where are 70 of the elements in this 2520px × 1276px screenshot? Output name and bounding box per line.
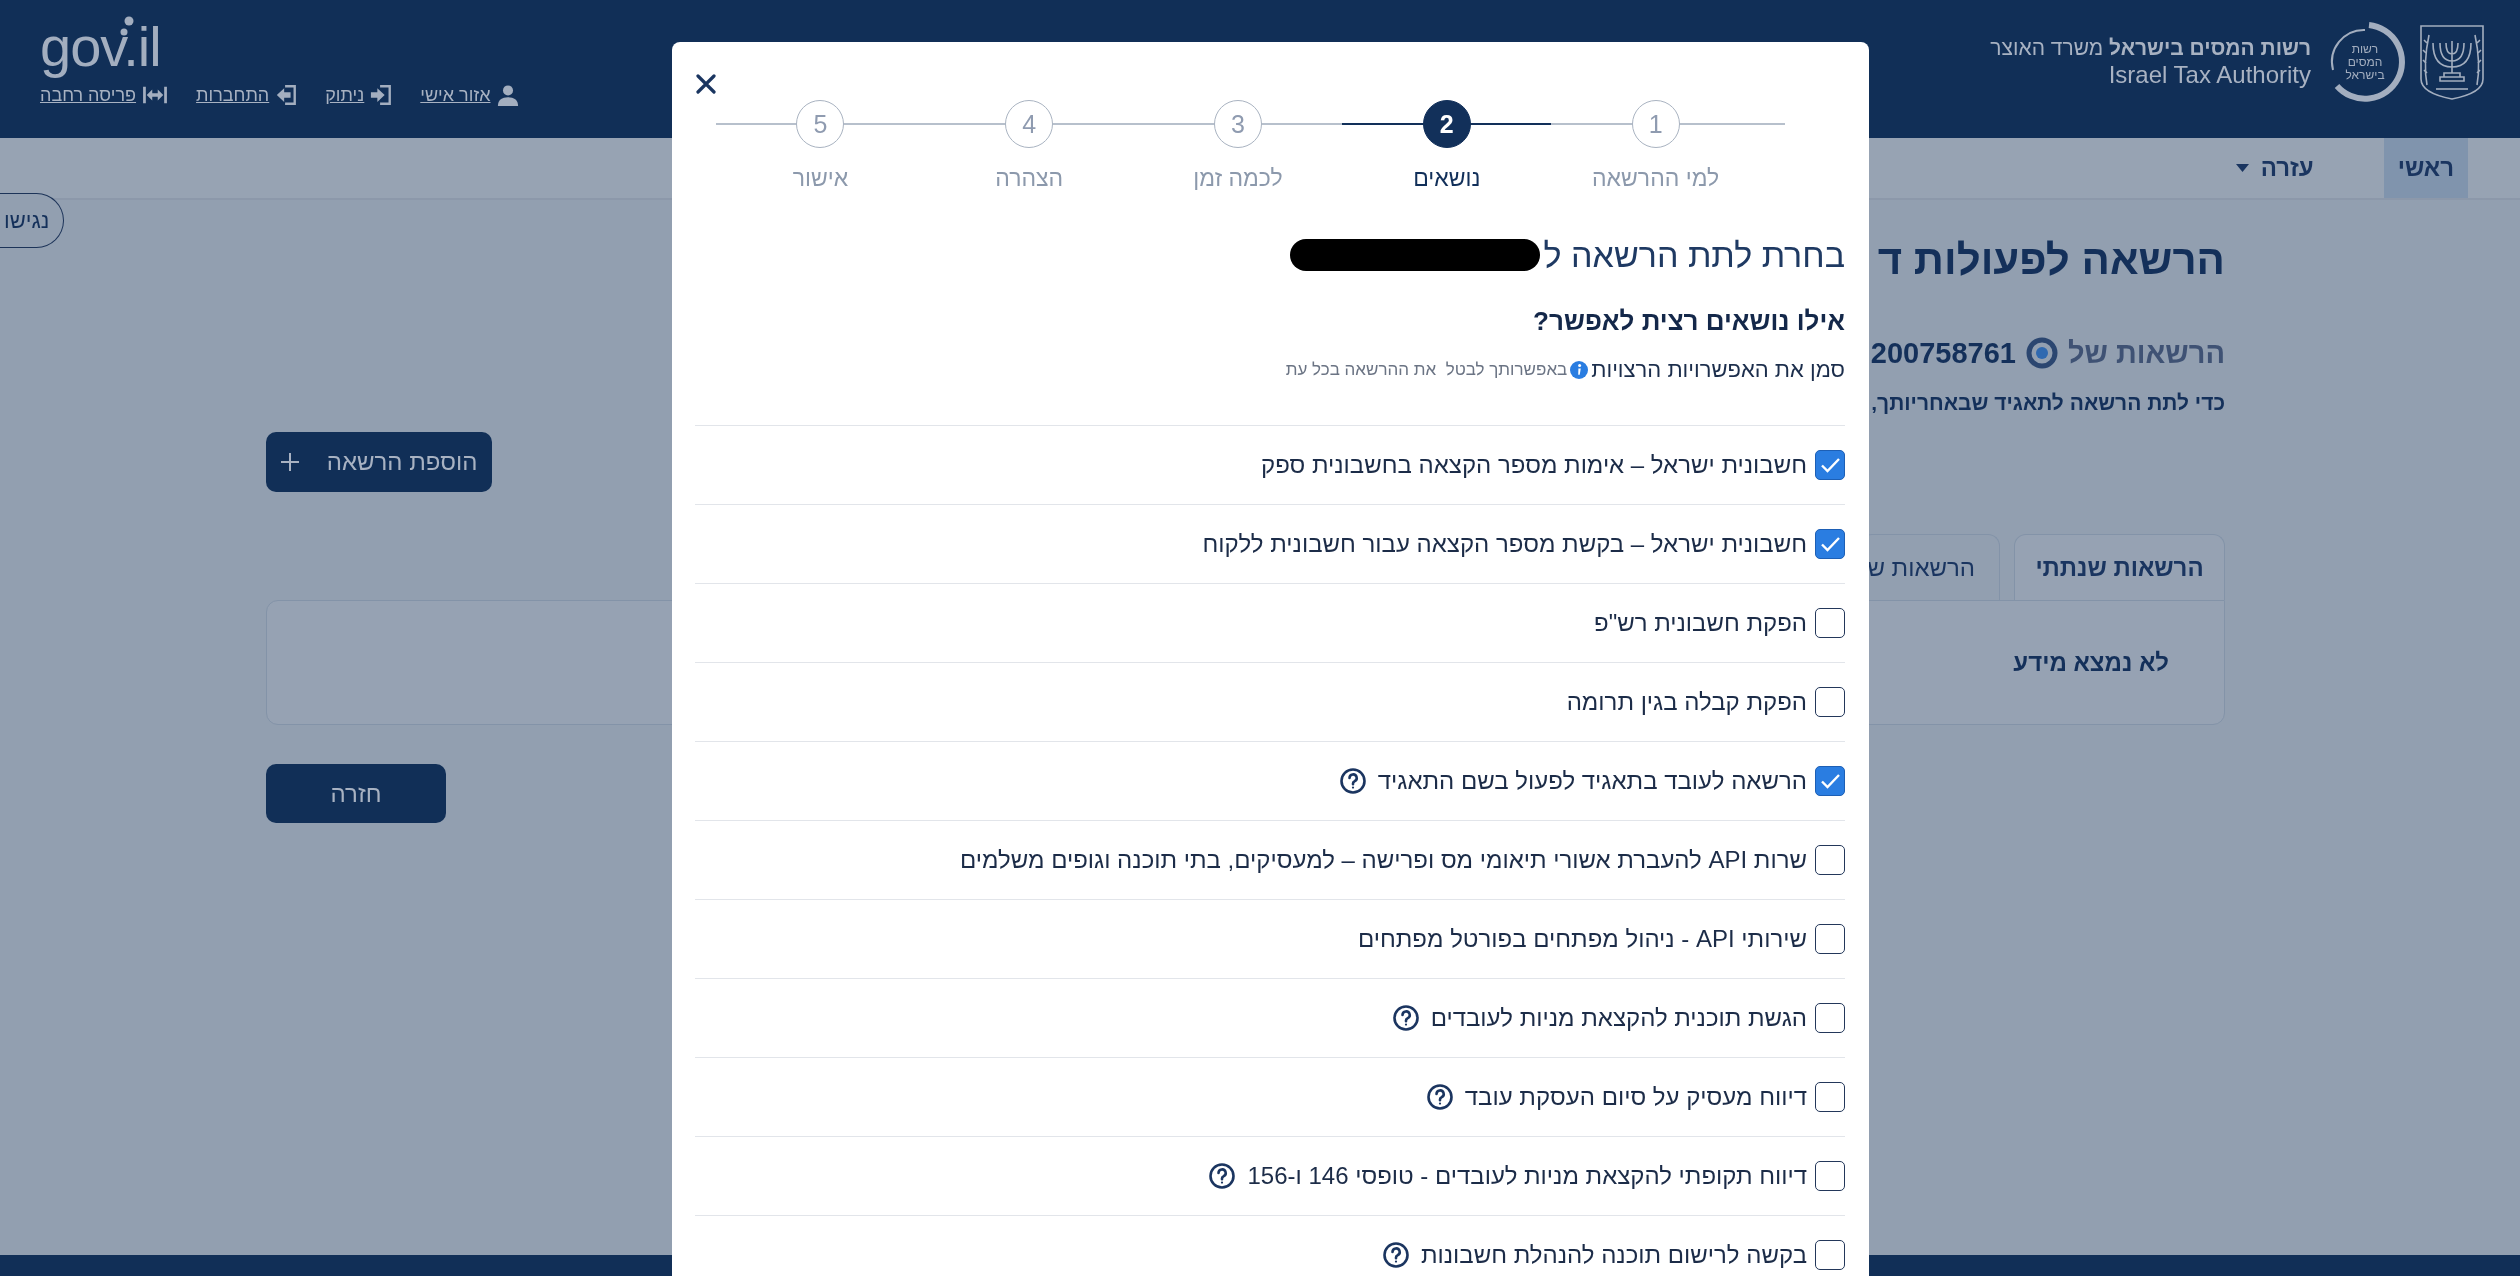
option-label: בקשה לרישום תוכנה להנהלת חשבונות <box>1420 1241 1807 1269</box>
option-label: דיווח מעסיק על סיום העסקת עובד <box>1464 1083 1807 1111</box>
checkbox[interactable] <box>1815 924 1845 954</box>
nav-tab[interactable]: ראשי <box>2383 138 2468 198</box>
header-link[interactable]: ניתוק <box>325 84 393 106</box>
accessibility-button[interactable]: נגישו <box>0 193 65 248</box>
authority-name: רשות המסים בישראל משרד האוצר <box>1990 35 2311 61</box>
step-label: נושאים <box>1413 164 1481 193</box>
nav-tab[interactable]: עזרה <box>2221 138 2328 198</box>
person-icon <box>496 84 519 106</box>
checkbox[interactable] <box>1815 766 1845 796</box>
help-icon[interactable] <box>1426 1084 1453 1110</box>
step-label: לכמה זמן <box>1193 164 1283 193</box>
arrow-into-box-icon <box>370 84 393 106</box>
owner-label: הרשאות של <box>2068 336 2225 370</box>
checkbox[interactable] <box>1815 1161 1845 1191</box>
menorah-emblem-icon <box>2418 23 2486 101</box>
option-label: שירותי API - ניהול מפתחים בפורטל מפתחים <box>1357 925 1807 953</box>
info-icon <box>1570 361 1589 379</box>
hint-text: סמן את האפשרויות הרצויות <box>1591 356 1845 384</box>
step-label: למי ההרשאה <box>1592 164 1720 193</box>
dialog-title: בחרת לתת הרשאה ל <box>1543 235 1845 275</box>
option-label: חשבונית ישראל – אימות מספר הקצאה בחשבונית ספק <box>1260 451 1807 479</box>
step-label: הצהרה <box>995 164 1064 193</box>
step-number: 1 <box>1631 100 1680 148</box>
checkbox[interactable] <box>1815 845 1845 875</box>
help-icon[interactable] <box>1339 768 1366 794</box>
tab[interactable]: הרשאות שנתתי <box>2014 534 2225 600</box>
close-button[interactable] <box>696 74 716 94</box>
close-icon <box>696 74 716 94</box>
help-icon[interactable] <box>1209 1163 1236 1189</box>
page-title: הרשאה לפעולות ד <box>1877 235 2225 285</box>
option-label: הגשת תוכנית להקצאת מניות לעובדים <box>1430 1004 1807 1032</box>
option-label: הפקת חשבונית רש"פ <box>1594 609 1807 637</box>
note-text: באפשרותך לבטל את ההרשאה בכל עת <box>1285 359 1568 381</box>
checkbox[interactable] <box>1815 529 1845 559</box>
option-label: שרות API להעברת אשורי תיאומי מס ופרישה – למעסיקים, בתי תוכנה וגופים משלמים <box>959 846 1807 874</box>
option-label: הרשאה לעובד בתאגיד לפעול בשם התאגיד <box>1377 767 1807 795</box>
authority-english-name: Israel Tax Authority <box>2108 61 2311 89</box>
instruction-text: כדי לתת הרשאה לתאגיד שבאחריותך, <box>1871 390 2225 416</box>
target-icon <box>2026 337 2058 369</box>
checkbox[interactable] <box>1815 687 1845 717</box>
help-icon[interactable] <box>1392 1005 1419 1031</box>
back-button[interactable]: חזרה <box>266 764 446 823</box>
option-label: הפקת קבלה בגין תרומה <box>1566 688 1807 716</box>
option-label: דיווח תקופתי להקצאת מניות לעובדים - טופסי 146 ו-156 <box>1247 1162 1807 1190</box>
question-heading: אילו נושאים רצית לאפשר? <box>1533 305 1845 337</box>
plus-icon <box>280 453 299 471</box>
checkbox[interactable] <box>1815 1003 1845 1033</box>
add-permission-button[interactable]: הוספת הרשאה <box>266 432 492 492</box>
step-number: 4 <box>1005 100 1054 148</box>
header-link[interactable]: אזור אישי <box>420 84 519 106</box>
expand-width-icon <box>142 84 169 106</box>
step-number: 2 <box>1422 100 1471 148</box>
step-number: 3 <box>1214 100 1262 148</box>
help-icon[interactable] <box>1382 1242 1409 1268</box>
checkbox[interactable] <box>1815 608 1845 638</box>
step-number: 5 <box>796 100 845 148</box>
arrow-out-of-box-icon <box>275 84 298 106</box>
site-logo[interactable]: gov.il <box>40 16 161 78</box>
checkbox[interactable] <box>1815 1240 1845 1270</box>
step-label: אישור <box>792 164 849 193</box>
checkbox[interactable] <box>1815 450 1845 480</box>
header-link[interactable]: פריסה רחבה <box>40 84 169 106</box>
checkbox[interactable] <box>1815 1082 1845 1112</box>
option-label: חשבונית ישראל – בקשת מספר הקצאה עבור חשבונית ללקוח <box>1202 530 1807 558</box>
header-link[interactable]: התחברות <box>196 84 298 106</box>
owner-id: 200758761 <box>1870 336 2016 370</box>
empty-message: לא נמצא מידע <box>2013 648 2169 677</box>
logo-text: רשות המסים בישראל <box>2345 42 2385 82</box>
